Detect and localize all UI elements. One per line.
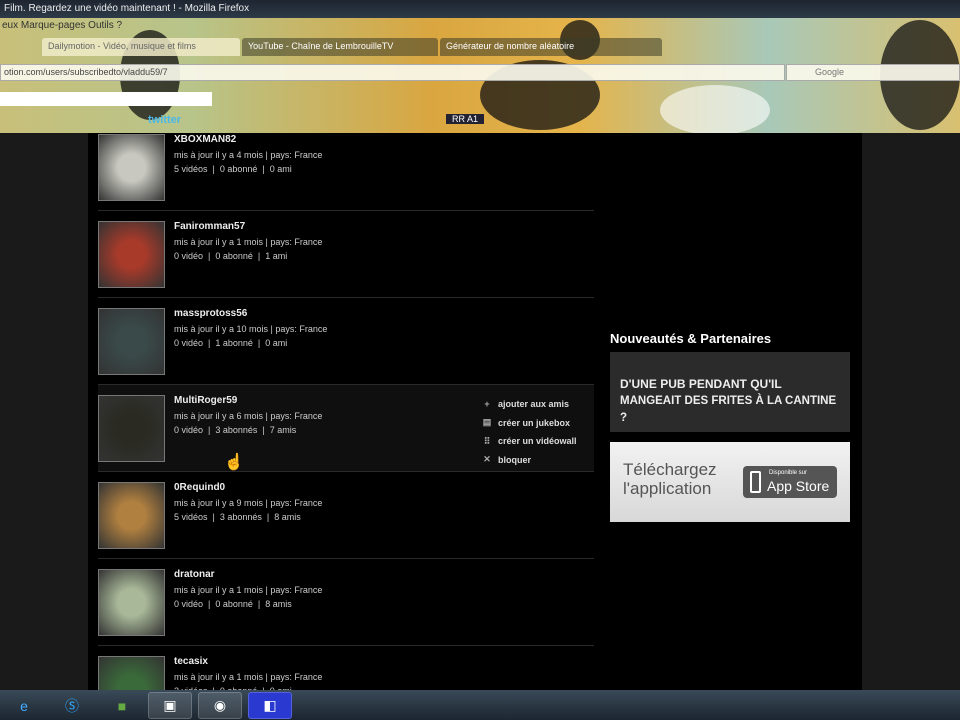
user-avatar[interactable] (98, 221, 165, 288)
user-name-link[interactable]: massprotoss56 (174, 308, 247, 319)
toolbar-input[interactable] (0, 92, 212, 106)
tab-generator[interactable]: Générateur de nombre aléatoire (440, 38, 662, 56)
left-gutter (0, 133, 88, 690)
user-stats: 0 vidéo | 1 abonné | 0 ami (174, 338, 288, 348)
ad-banner[interactable]: D'UNE PUB PENDANT QU'IL MANGEAIT DES FRI… (610, 352, 850, 432)
user-stats: 0 vidéo | 0 abonné | 8 amis (174, 599, 292, 609)
user-row: dratonar mis à jour il y a 1 mois | pays… (98, 559, 594, 646)
network-app-icon[interactable]: ▣ (148, 692, 192, 719)
right-gutter (862, 133, 960, 690)
user-meta: mis à jour il y a 9 mois | pays: France (174, 498, 323, 508)
user-name-link[interactable]: 0Requind0 (174, 482, 225, 493)
radio-widget[interactable]: RR A1 (446, 114, 485, 124)
action-icon: ⠿ (483, 435, 491, 446)
browser-chrome: Film. Regardez une vidéo maintenant ! - … (0, 0, 960, 133)
action-item[interactable]: ▤ créer un jukebox (482, 414, 577, 433)
tab-dailymotion[interactable]: Dailymotion - Vidéo, musique et films (42, 38, 240, 56)
window-app-icon[interactable]: ◧ (248, 692, 292, 719)
user-name-link[interactable]: dratonar (174, 569, 215, 580)
action-label: créer un vidéowall (498, 436, 577, 447)
user-row: XBOXMAN82 mis à jour il y a 4 mois | pay… (98, 133, 594, 211)
user-stats: 0 vidéo | 0 abonné | 1 ami (174, 251, 288, 261)
user-meta: mis à jour il y a 10 mois | pays: France (174, 324, 328, 334)
user-row: tecasix mis à jour il y a 1 mois | pays:… (98, 646, 594, 690)
user-avatar[interactable] (98, 569, 165, 636)
taskbar: e Ⓢ ■ ▣ ◉ ◧ (0, 690, 960, 720)
user-stats: 5 vidéos | 0 abonné | 0 ami (174, 164, 292, 174)
app-ad-text: Téléchargez l'application (623, 460, 717, 498)
user-stats: 5 vidéos | 3 abonnés | 8 amis (174, 512, 301, 522)
action-icon: ✕ (483, 454, 491, 465)
app-ad-banner[interactable]: Téléchargez l'application Disponible sur… (610, 442, 850, 522)
user-stats: 0 vidéo | 3 abonnés | 7 amis (174, 425, 297, 435)
user-avatar[interactable] (98, 656, 165, 690)
user-meta: mis à jour il y a 4 mois | pays: France (174, 150, 323, 160)
ad-line: l'application (623, 479, 712, 498)
action-item[interactable]: + ajouter aux amis (482, 395, 577, 414)
user-row: massprotoss56 mis à jour il y a 10 mois … (98, 298, 594, 385)
ad-line: MANGEAIT DES FRITES À LA CANTINE ? (620, 395, 837, 424)
user-meta: mis à jour il y a 1 mois | pays: France (174, 585, 323, 595)
skype-icon[interactable]: Ⓢ (50, 692, 94, 719)
action-label: ajouter aux amis (498, 399, 570, 410)
user-avatar[interactable] (98, 134, 165, 201)
sidebar-title: Nouveautés & Partenaires (610, 331, 772, 346)
hand-cursor-icon: ☝ (224, 454, 244, 471)
action-icon: ▤ (482, 417, 492, 428)
user-avatar[interactable] (98, 395, 165, 462)
user-actions: + ajouter aux amis ▤ créer un jukebox ⠿ créer… (482, 395, 577, 469)
menu-bar[interactable]: eux Marque-pages Outils ? (0, 20, 122, 31)
user-name-link[interactable]: Faniromman57 (174, 221, 245, 232)
appstore-badge[interactable]: Disponible sur App Store (743, 466, 837, 498)
tab-youtube[interactable]: YouTube - Chaîne de LembrouilleTV (242, 38, 438, 56)
action-label: bloquer (498, 454, 531, 465)
twitter-button[interactable]: twitter (148, 114, 181, 126)
ad-line: D'UNE PUB PENDANT QU'IL (620, 377, 782, 391)
ad-line: Téléchargez (623, 460, 717, 479)
appstore-small: Disponible sur (769, 470, 808, 476)
user-avatar[interactable] (98, 482, 165, 549)
ie-icon[interactable]: e (2, 692, 46, 719)
user-meta: mis à jour il y a 1 mois | pays: France (174, 237, 323, 247)
search-input[interactable]: Google (786, 64, 960, 81)
action-item[interactable]: ✕ bloquer (482, 451, 577, 470)
user-row: MultiRoger59 mis à jour il y a 6 mois | … (98, 385, 594, 472)
phone-icon (750, 471, 761, 493)
url-bar[interactable]: otion.com/users/subscribedto/vladdu59/7 (0, 64, 785, 81)
action-icon: + (484, 399, 490, 410)
appstore-big: App Store (767, 478, 830, 494)
bookmarks-toolbar: twitter RR A1 (0, 110, 960, 130)
action-item[interactable]: ⠿ créer un vidéowall (482, 432, 577, 451)
user-row: Faniromman57 mis à jour il y a 1 mois | … (98, 211, 594, 298)
user-meta: mis à jour il y a 1 mois | pays: France (174, 672, 323, 682)
user-row: 0Requind0 mis à jour il y a 9 mois | pay… (98, 472, 594, 559)
fraps-icon[interactable]: ◉ (198, 692, 242, 719)
action-label: créer un jukebox (498, 417, 571, 428)
user-meta: mis à jour il y a 6 mois | pays: France (174, 411, 323, 421)
user-avatar[interactable] (98, 308, 165, 375)
user-name-link[interactable]: XBOXMAN82 (174, 134, 236, 145)
minecraft-icon[interactable]: ■ (100, 692, 144, 719)
user-name-link[interactable]: MultiRoger59 (174, 395, 237, 406)
user-name-link[interactable]: tecasix (174, 656, 208, 667)
window-title: Film. Regardez une vidéo maintenant ! - … (0, 0, 960, 18)
